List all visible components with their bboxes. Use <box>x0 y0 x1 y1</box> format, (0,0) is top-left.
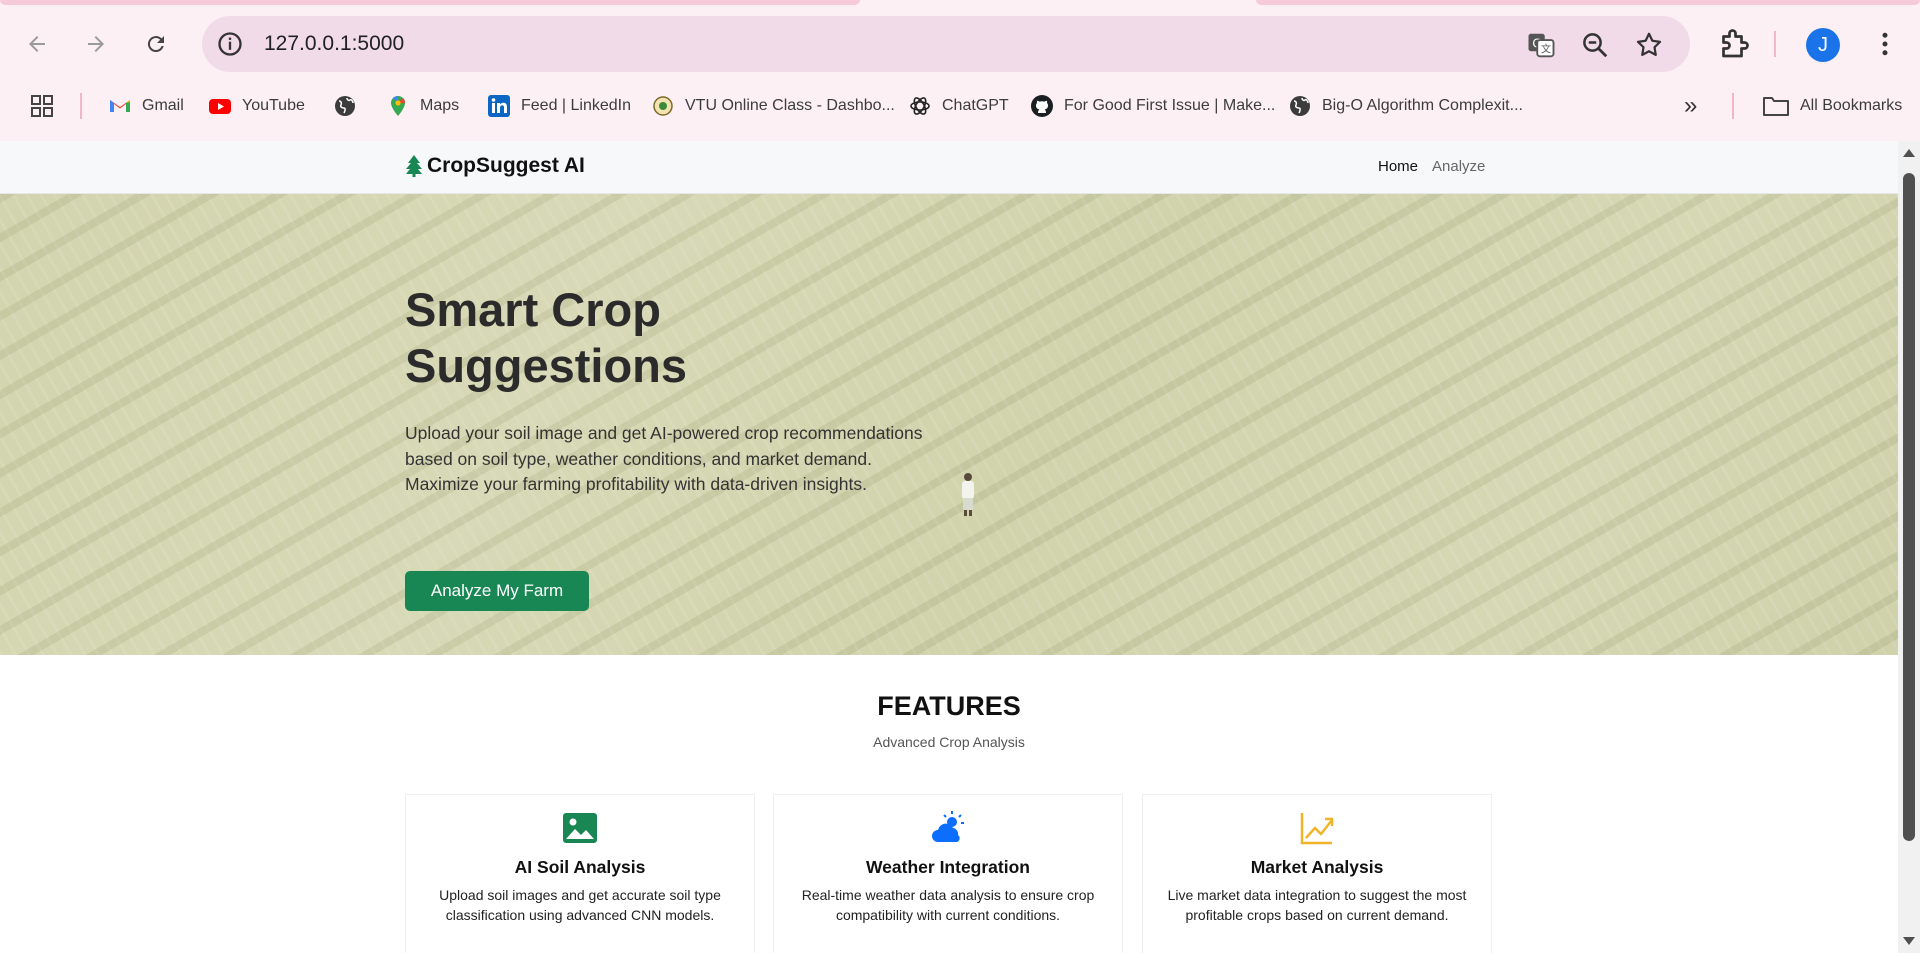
bookmarks-overflow-button[interactable]: » <box>1684 88 1697 124</box>
extensions-icon[interactable] <box>1716 26 1752 62</box>
linkedin-icon <box>488 95 510 117</box>
feature-card-weather: Weather Integration Real-time weather da… <box>773 794 1123 953</box>
feature-description: Real-time weather data analysis to ensur… <box>801 887 1095 923</box>
tab-inactive-left[interactable] <box>0 0 860 5</box>
tree-icon <box>406 155 422 177</box>
translate-icon[interactable]: G文 <box>1526 30 1556 60</box>
github-icon <box>1031 95 1053 117</box>
back-button[interactable] <box>19 26 55 62</box>
bookmark-linkedin[interactable]: Feed | LinkedIn <box>487 88 631 124</box>
bookmark-label: Big-O Algorithm Complexit... <box>1322 97 1523 114</box>
feature-card-soil: AI Soil Analysis Upload soil images and … <box>405 794 755 953</box>
feature-title: Market Analysis <box>1250 857 1384 877</box>
bookmarks-divider <box>1732 93 1734 119</box>
feature-description: Upload soil images and get accurate soil… <box>439 887 721 923</box>
zoom-out-icon[interactable] <box>1580 30 1610 60</box>
scroll-up-arrow[interactable] <box>1903 149 1915 157</box>
all-bookmarks-button[interactable]: All Bookmarks <box>1762 88 1902 124</box>
bookmark-label: Feed | LinkedIn <box>521 97 632 114</box>
brand[interactable]: CropSuggest AI <box>405 154 585 178</box>
bookmarks-divider <box>80 93 82 119</box>
more-menu-icon[interactable] <box>1870 26 1900 62</box>
bookmark-vtu[interactable]: VTU Online Class - Dashbo... <box>651 88 895 124</box>
scroll-down-arrow[interactable] <box>1903 937 1915 945</box>
nav-analyze[interactable]: Analyze <box>1432 158 1485 175</box>
hero-section: Smart Crop Suggestions Upload your soil … <box>0 194 1898 655</box>
globe-icon <box>335 96 355 116</box>
arrow-right-icon <box>88 36 104 52</box>
site-navbar: CropSuggest AI Home Analyze <box>0 141 1898 194</box>
tab-strip <box>0 0 1920 6</box>
image-icon <box>563 813 597 843</box>
bookmark-label: VTU Online Class - Dashbo... <box>685 97 895 114</box>
farmer-figure <box>962 473 974 516</box>
bookmark-label: Maps <box>420 97 460 114</box>
chart-line-icon <box>1300 813 1334 845</box>
bookmark-label: For Good First Issue | Make... <box>1064 97 1276 114</box>
analyze-my-farm-button[interactable]: Analyze My Farm <box>405 571 589 611</box>
arrow-left-icon <box>29 36 45 52</box>
maps-icon <box>391 95 406 116</box>
brand-name: CropSuggest AI <box>427 154 585 177</box>
hero-description: Upload your soil image and get AI-powere… <box>405 423 923 494</box>
web-page: CropSuggest AI Home Analyze Smart Crop S… <box>0 141 1898 953</box>
vtu-icon <box>653 96 673 116</box>
bookmark-bigo[interactable]: Big-O Algorithm Complexit... <box>1288 88 1523 124</box>
bookmark-github[interactable]: For Good First Issue | Make... <box>1030 88 1275 124</box>
reload-button[interactable] <box>138 26 174 62</box>
tab-inactive-right[interactable] <box>1256 0 1920 5</box>
apps-grid-icon <box>31 95 53 117</box>
browser-chrome: 127.0.0.1:5000 G文 J Gmail YouTube Maps <box>0 0 1920 141</box>
folder-icon <box>1763 97 1789 116</box>
feature-description: Live market data integration to suggest … <box>1167 887 1467 923</box>
hero-title: Smart Crop Suggestions <box>405 283 688 392</box>
bookmark-label: Gmail <box>142 97 184 114</box>
address-bar[interactable]: 127.0.0.1:5000 G文 <box>202 16 1690 72</box>
page-scrollbar[interactable] <box>1898 141 1920 953</box>
features-title: FEATURES <box>877 691 1021 721</box>
site-info-icon[interactable] <box>216 30 244 58</box>
bookmark-youtube[interactable]: YouTube <box>208 88 305 124</box>
bookmark-gmail[interactable]: Gmail <box>108 88 184 124</box>
feature-title: Weather Integration <box>865 857 1030 877</box>
bookmark-maps[interactable]: Maps <box>386 88 459 124</box>
globe-icon <box>1290 96 1310 116</box>
chatgpt-icon <box>910 97 930 115</box>
features-section: FEATURES Advanced Crop Analysis AI Soil … <box>0 655 1898 953</box>
all-bookmarks-label: All Bookmarks <box>1800 97 1903 114</box>
feature-title: AI Soil Analysis <box>514 857 646 877</box>
nav-home[interactable]: Home <box>1378 158 1418 175</box>
gmail-icon <box>110 100 130 112</box>
bookmark-label: YouTube <box>242 97 305 114</box>
profile-avatar[interactable]: J <box>1806 28 1840 62</box>
bookmark-globe[interactable] <box>333 88 357 124</box>
toolbar-divider <box>1774 31 1776 57</box>
reload-icon <box>147 36 164 53</box>
scroll-thumb[interactable] <box>1903 173 1915 841</box>
svg-text:文: 文 <box>1541 43 1551 56</box>
url-text[interactable]: 127.0.0.1:5000 <box>264 30 404 58</box>
bookmark-label: ChatGPT <box>942 97 1009 114</box>
chevron-double-right-icon: » <box>1684 92 1698 119</box>
youtube-icon <box>209 99 231 114</box>
hero-overlay <box>0 194 1898 655</box>
cloud-sun-icon <box>932 811 964 842</box>
features-subtitle: Advanced Crop Analysis <box>873 734 1025 750</box>
forward-button[interactable] <box>78 26 114 62</box>
apps-button[interactable] <box>30 88 54 124</box>
bookmark-star-icon[interactable] <box>1634 30 1664 60</box>
feature-card-market: Market Analysis Live market data integra… <box>1142 794 1492 953</box>
bookmark-chatgpt[interactable]: ChatGPT <box>908 88 1009 124</box>
bookmarks-bar: Gmail YouTube Maps Feed | LinkedIn VTU O… <box>0 88 1920 124</box>
